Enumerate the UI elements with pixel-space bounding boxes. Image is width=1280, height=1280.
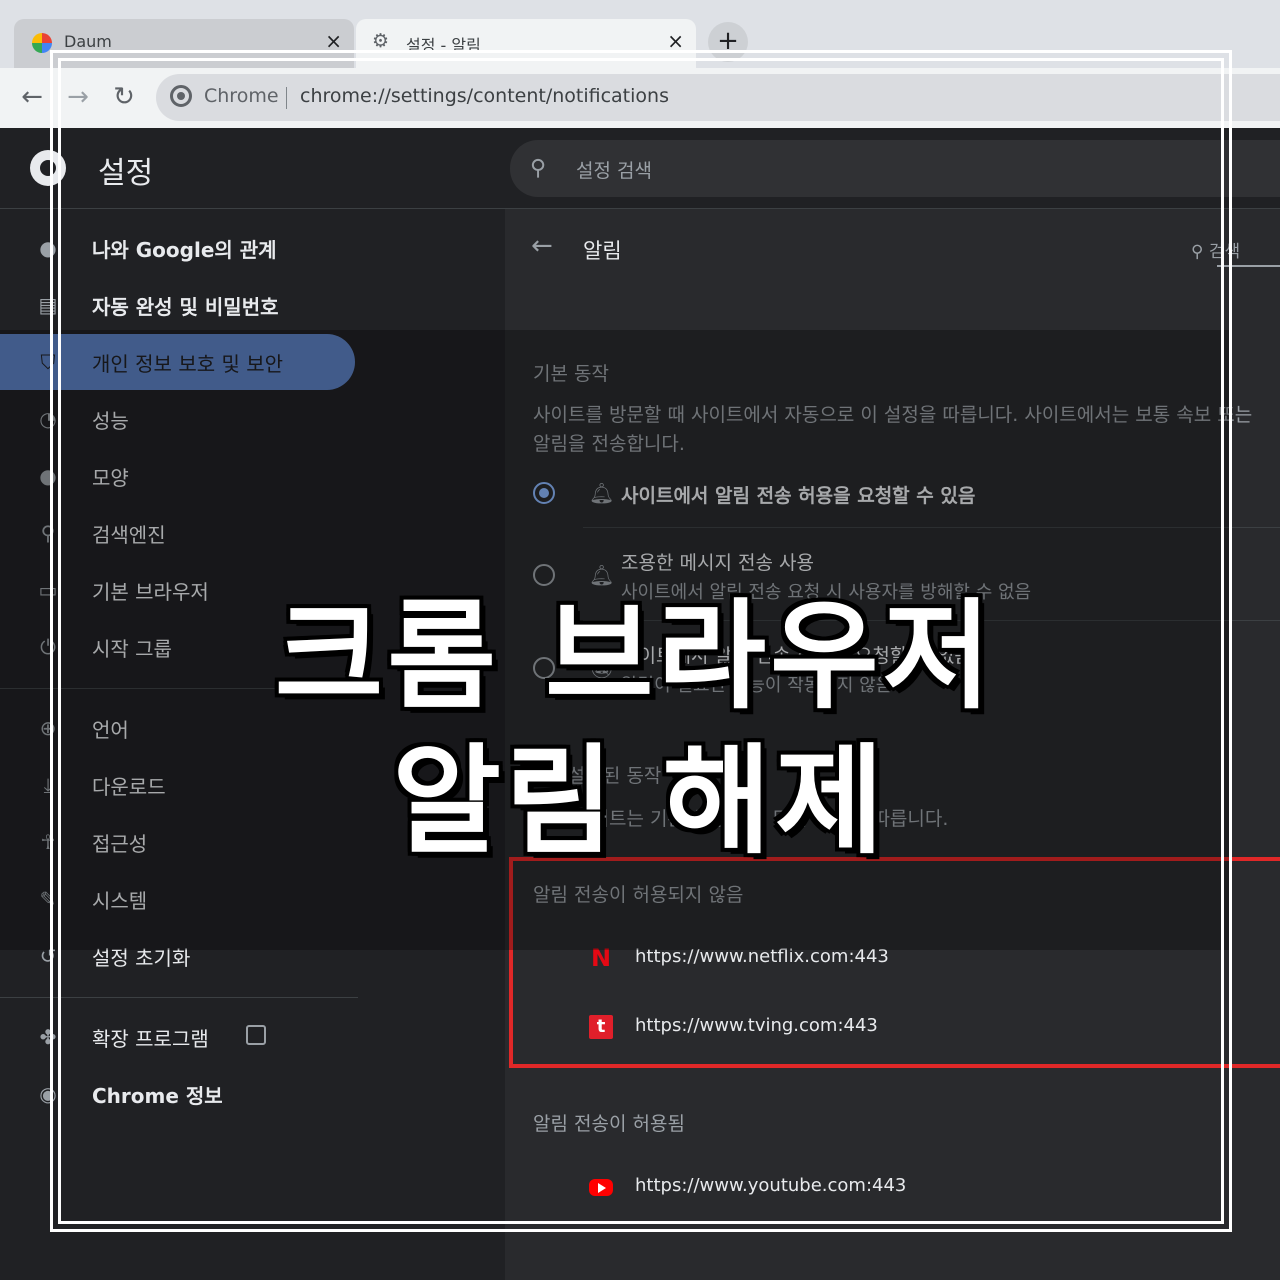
gear-icon: ⚙ bbox=[372, 30, 390, 52]
tab-title: Daum bbox=[64, 32, 112, 51]
daum-favicon bbox=[32, 33, 52, 53]
overlay-title-line2: 알림 해제 bbox=[392, 732, 888, 870]
back-button[interactable]: ← bbox=[14, 80, 50, 116]
